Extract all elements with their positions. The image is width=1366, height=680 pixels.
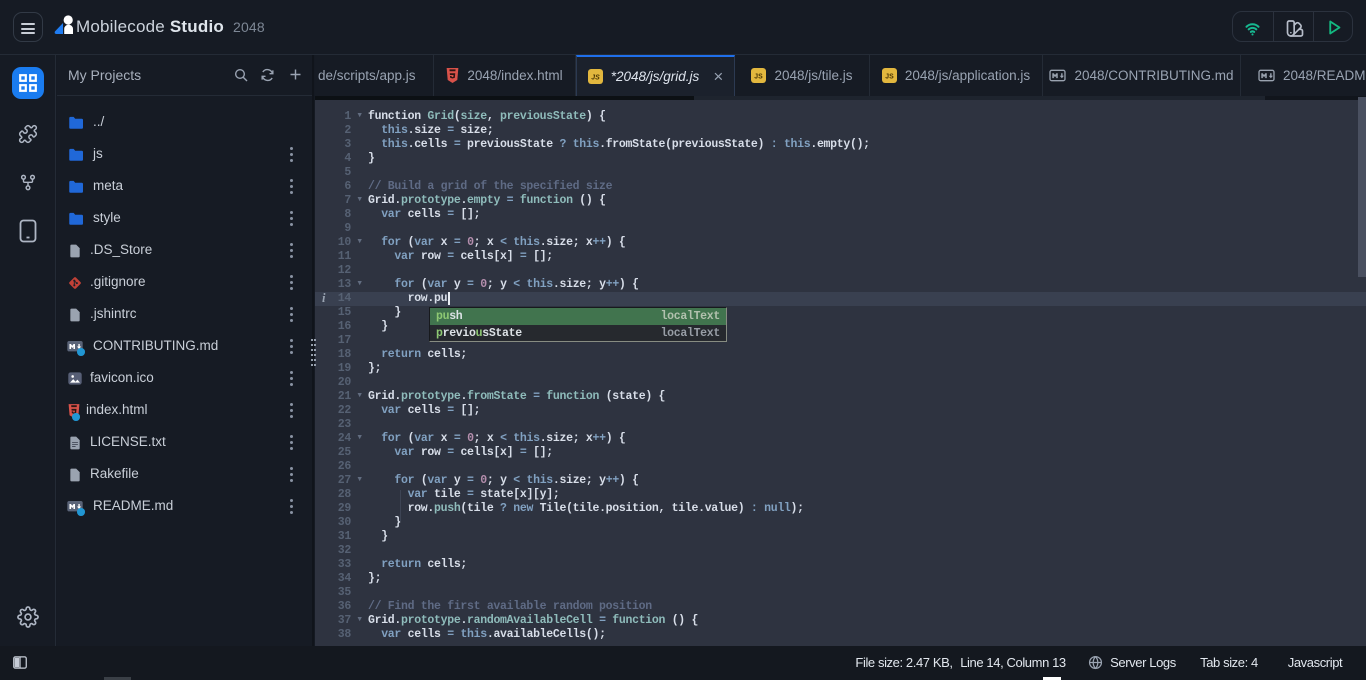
svg-text:JS: JS: [885, 74, 894, 81]
svg-text:JS: JS: [591, 75, 600, 82]
svg-text:JS: JS: [755, 74, 764, 81]
